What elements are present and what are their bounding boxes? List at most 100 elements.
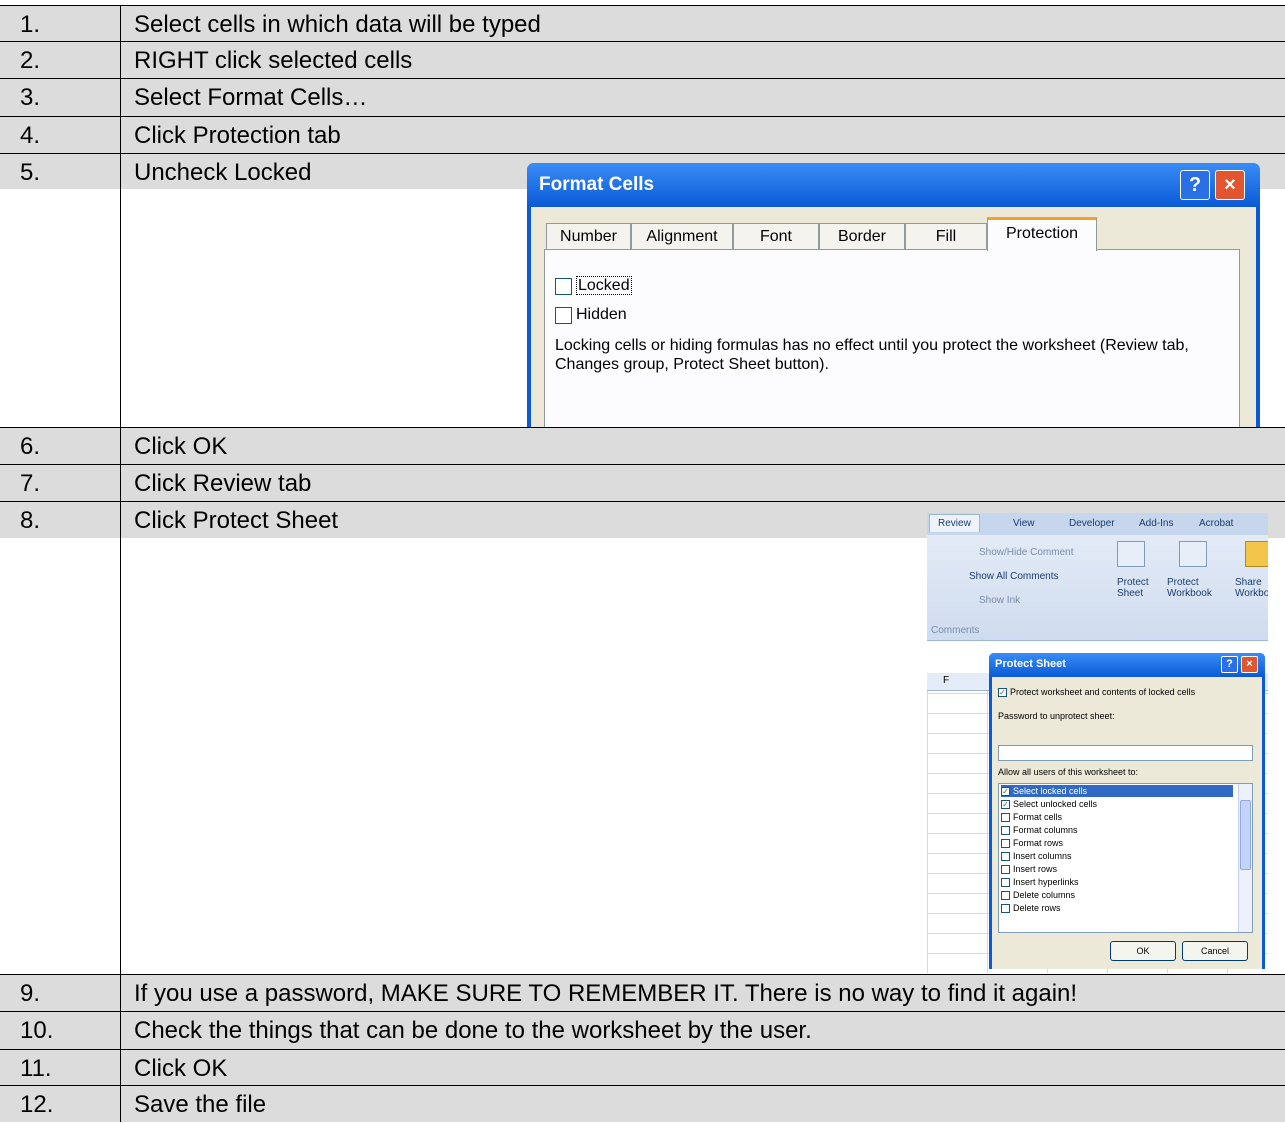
step-number: 1. — [20, 11, 41, 38]
step-number: 3. — [20, 84, 41, 111]
list-item[interactable]: ✓ Select locked cells — [1001, 785, 1233, 797]
table-row: 1. Select cells in which data will be ty… — [0, 6, 1285, 42]
show-ink[interactable]: Show Ink — [979, 595, 1020, 606]
list-item[interactable]: Delete columns — [1001, 889, 1075, 901]
help-icon[interactable]: ? — [1180, 170, 1210, 200]
show-hide-comment[interactable]: Show/Hide Comment — [979, 547, 1073, 558]
format-cells-dialog: Format Cells ? × Number Alignment Font B… — [527, 163, 1260, 427]
step-text: Click Protection tab — [134, 122, 341, 149]
step-number: 12. — [20, 1091, 54, 1118]
step-number: 4. — [20, 122, 41, 149]
list-item[interactable]: Delete rows — [1001, 902, 1061, 914]
table-row: 9. If you use a password, MAKE SURE TO R… — [0, 975, 1285, 1012]
dialog-body: Number Alignment Font Border Fill Protec… — [531, 207, 1256, 427]
protect-sheet-screenshot: Review View Developer Add-Ins Acrobat Sh… — [927, 513, 1268, 973]
tab-protection[interactable]: Protection — [987, 217, 1097, 251]
list-item[interactable]: Insert hyperlinks — [1001, 876, 1079, 888]
table-row: 10. Check the things that can be done to… — [0, 1012, 1285, 1050]
dialog-title-bar: Protect Sheet ? × — [989, 653, 1265, 677]
excel-ribbon: Review View Developer Add-Ins Acrobat Sh… — [927, 513, 1268, 641]
tab-fill[interactable]: Fill — [905, 223, 987, 250]
cancel-button[interactable]: Cancel — [1182, 941, 1248, 961]
share-workbook-button[interactable]: Share Workbook — [1235, 577, 1268, 599]
locked-checkbox[interactable] — [555, 277, 572, 295]
protect-option[interactable]: ✓ Protect worksheet and contents of locke… — [998, 687, 1196, 698]
hidden-option[interactable]: Hidden — [555, 306, 627, 324]
tab-font[interactable]: Font — [733, 223, 819, 250]
hidden-label: Hidden — [576, 306, 627, 323]
password-input[interactable] — [998, 745, 1253, 761]
list-item[interactable]: ✓ Select unlocked cells — [1001, 798, 1097, 810]
share-workbook-icon[interactable] — [1245, 541, 1268, 567]
step-text: If you use a password, MAKE SURE TO REME… — [134, 980, 1078, 1007]
ribbon-group-label: Comments — [931, 625, 980, 636]
step-number: 11. — [20, 1055, 52, 1082]
list-item[interactable]: Insert rows — [1001, 863, 1057, 875]
tab-number[interactable]: Number — [546, 223, 631, 250]
dialog-title: Format Cells — [539, 174, 655, 195]
step-number: 8. — [20, 507, 41, 534]
step-number: 5. — [20, 159, 41, 186]
step-number: 9. — [20, 980, 41, 1007]
protection-panel: Locked Hidden Locking cells or hiding fo… — [544, 249, 1240, 427]
tab-add-ins[interactable]: Add-Ins — [1139, 518, 1173, 529]
permissions-list[interactable]: ✓ Select locked cells ✓ Select unlocked ce… — [998, 783, 1253, 933]
protect-sheet-icon[interactable] — [1117, 541, 1145, 567]
tab-alignment[interactable]: Alignment — [631, 223, 733, 250]
tab-review[interactable]: Review — [929, 514, 980, 532]
step-number: 10. — [20, 1017, 54, 1044]
table-row: 7. Click Review tab — [0, 465, 1285, 502]
close-icon[interactable]: × — [1215, 170, 1245, 200]
step-text: Click OK — [134, 1055, 228, 1082]
step-number: 7. — [20, 470, 41, 497]
table-row: 11. Click OK — [0, 1050, 1285, 1086]
hidden-checkbox[interactable] — [555, 306, 572, 324]
table-row: 12. Save the file — [0, 1086, 1285, 1122]
step-text: Click OK — [134, 433, 228, 460]
tab-acrobat[interactable]: Acrobat — [1199, 518, 1233, 529]
step-text: Click Review tab — [134, 470, 312, 497]
step-text: RIGHT click selected cells — [134, 47, 413, 74]
locked-option[interactable]: Locked — [555, 276, 632, 295]
close-icon[interactable]: × — [1241, 656, 1258, 673]
step-text: Select Format Cells… — [134, 84, 368, 111]
step-text: Click Protect Sheet — [134, 507, 339, 534]
table-row: 6. Click OK — [0, 428, 1285, 465]
locked-label: Locked — [576, 276, 632, 295]
table-row: 4. Click Protection tab — [0, 117, 1285, 154]
protect-sheet-dialog: Protect Sheet ? × ✓ Protect worksheet and… — [989, 653, 1265, 969]
help-icon[interactable]: ? — [1221, 656, 1238, 673]
dialog-title: Protect Sheet — [995, 658, 1066, 670]
protect-sheet-button[interactable]: Protect Sheet — [1117, 577, 1157, 599]
protect-checkbox[interactable]: ✓ — [998, 688, 1007, 698]
list-item[interactable]: Insert columns — [1001, 850, 1072, 862]
protect-workbook-button[interactable]: Protect Workbook — [1167, 577, 1227, 599]
step-number: 6. — [20, 433, 41, 460]
protect-option-label: Protect worksheet and contents of locked… — [1010, 687, 1196, 697]
allow-label: Allow all users of this worksheet to: — [998, 767, 1139, 777]
show-all-comments[interactable]: Show All Comments — [969, 571, 1058, 582]
ribbon-tab-bar: Review View Developer Add-Ins Acrobat — [927, 513, 1268, 535]
step-text: Save the file — [134, 1091, 267, 1118]
list-item[interactable]: Format columns — [1001, 824, 1078, 836]
list-scrollbar[interactable] — [1238, 784, 1252, 932]
step-text: Select cells in which data will be typed — [134, 11, 541, 38]
dialog-title-bar: Format Cells ? × — [527, 163, 1260, 207]
tab-border[interactable]: Border — [819, 223, 905, 250]
instruction-table: 1. Select cells in which data will be ty… — [0, 0, 1285, 1122]
ok-button[interactable]: OK — [1110, 941, 1176, 961]
step-text: Uncheck Locked — [134, 159, 312, 186]
dialog-body: ✓ Protect worksheet and contents of locke… — [992, 677, 1262, 969]
scrollbar-thumb[interactable] — [1240, 800, 1251, 870]
step-number: 2. — [20, 47, 41, 74]
list-item[interactable]: Format cells — [1001, 811, 1062, 823]
step-text: Check the things that can be done to the… — [134, 1017, 812, 1044]
protection-note: Locking cells or hiding formulas has no … — [555, 337, 1189, 373]
protect-workbook-icon[interactable] — [1179, 541, 1207, 567]
tab-view[interactable]: View — [1013, 518, 1035, 529]
column-letter: F — [943, 675, 950, 686]
password-label: Password to unprotect sheet: — [998, 711, 1115, 721]
list-item[interactable]: Format rows — [1001, 837, 1063, 849]
table-row: 3. Select Format Cells… — [0, 79, 1285, 117]
tab-developer[interactable]: Developer — [1069, 518, 1115, 529]
